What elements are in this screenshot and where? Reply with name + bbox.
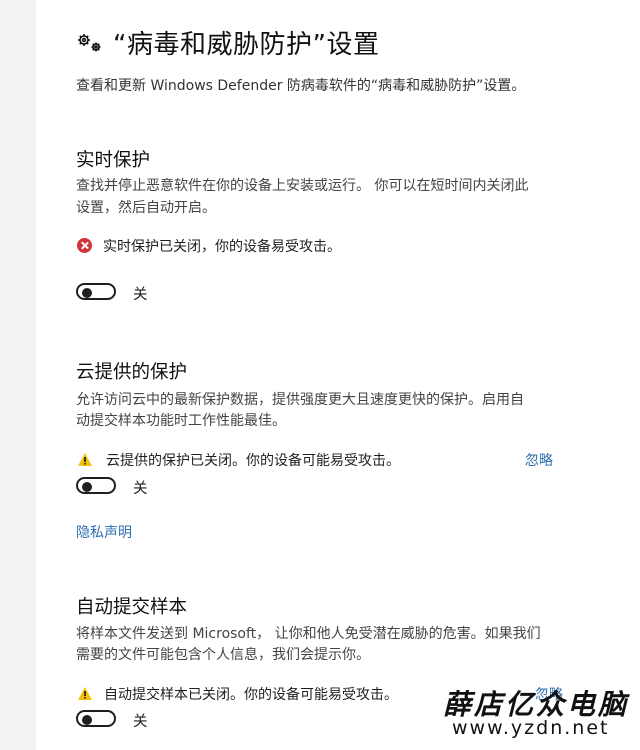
realtime-status: 实时保护已关闭，你的设备易受攻击。: [103, 239, 341, 255]
cloud-dismiss-link[interactable]: 忽略: [525, 450, 553, 470]
privacy-statement-link[interactable]: 隐私声明: [76, 522, 132, 542]
sample-toggle[interactable]: [76, 710, 116, 727]
cloud-heading: 云提供的保护: [76, 362, 188, 383]
cloud-toggle[interactable]: [76, 477, 116, 494]
cloud-desc-line2: 动提交样本功能时工作性能最佳。: [76, 413, 286, 429]
cloud-desc-line1: 允许访问云中的最新保护数据，提供强度更大且速度更快的保护。启用自: [76, 392, 524, 408]
realtime-heading: 实时保护: [76, 150, 151, 171]
realtime-toggle[interactable]: [76, 283, 116, 300]
page-title: “病毒和威胁防护”设置: [113, 30, 380, 60]
toggle-knob: [82, 714, 92, 725]
realtime-desc-line2: 设置，然后自动开启。: [76, 200, 216, 216]
toggle-knob: [82, 481, 92, 492]
sample-heading: 自动提交样本: [76, 597, 188, 618]
realtime-toggle-label: 关: [133, 287, 148, 303]
watermark-url: www.yzdn.net: [452, 717, 610, 739]
sample-toggle-label: 关: [133, 714, 148, 730]
cloud-status: 云提供的保护已关闭。你的设备可能易受攻击。: [106, 453, 400, 469]
sample-status: 自动提交样本已关闭。你的设备可能易受攻击。: [104, 687, 398, 703]
warning-icon: [78, 687, 92, 700]
warning-icon: [78, 453, 92, 466]
cloud-toggle-label: 关: [133, 481, 148, 497]
settings-page: “病毒和威胁防护”设置 查看和更新 Windows Defender 防病毒软件…: [0, 0, 640, 750]
page-subtitle: 查看和更新 Windows Defender 防病毒软件的“病毒和威胁防护”设置…: [76, 78, 526, 94]
realtime-desc-line1: 查找并停止恶意软件在你的设备上安装或运行。 你可以在短时间内关闭此: [76, 178, 529, 194]
sample-desc-line1: 将样本文件发送到 Microsoft， 让你和他人免受潜在威胁的危害。如果我们: [76, 626, 541, 642]
gear-icon: [78, 34, 101, 52]
sample-desc-line2: 需要的文件可能包含个人信息，我们会提示你。: [76, 647, 370, 663]
toggle-knob: [82, 287, 92, 298]
error-icon: [77, 238, 92, 253]
